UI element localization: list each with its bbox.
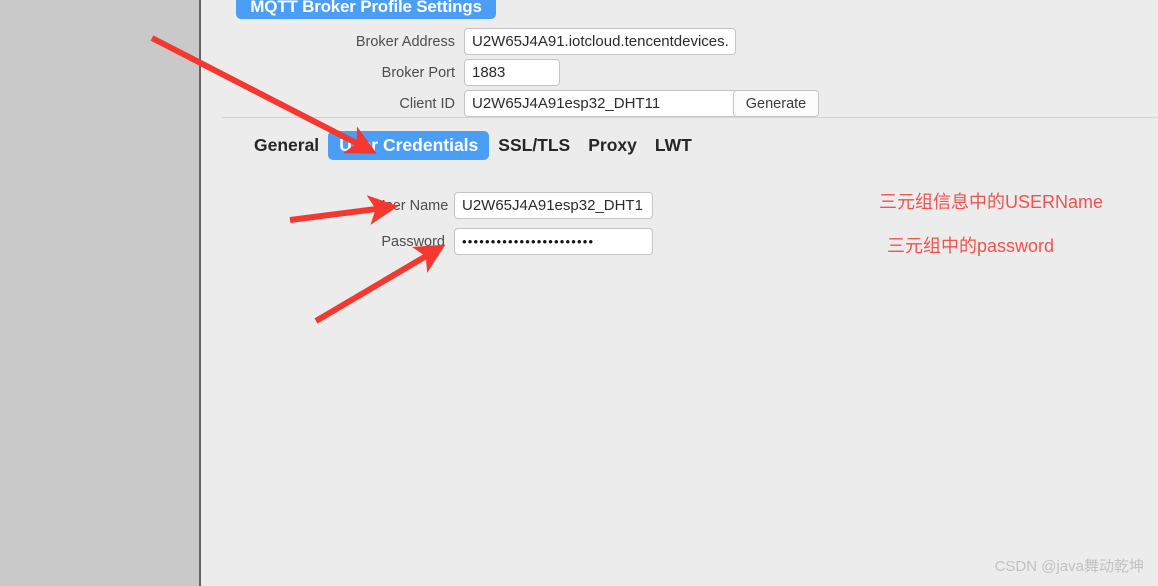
- user-name-label: User Name: [375, 197, 449, 214]
- client-id-input[interactable]: U2W65J4A91esp32_DHT11: [464, 90, 738, 117]
- form-separator: [222, 117, 1158, 118]
- tab-user-credentials[interactable]: User Credentials: [328, 131, 490, 160]
- user-name-field[interactable]: U2W65J4A91esp32_DHT1: [454, 192, 653, 219]
- mqtt-settings-content: MQTT Broker Profile Settings Broker Addr…: [203, 0, 1158, 586]
- broker-port-row: Broker Port 1883: [345, 59, 560, 86]
- annotation-username-note: 三元组信息中的USERName: [879, 192, 1104, 212]
- settings-tab-strip: General User Credentials SSL/TLS Proxy L…: [245, 131, 701, 160]
- client-id-label: Client ID: [399, 95, 455, 112]
- user-name-row: User Name U2W65J4A91esp32_DHT1: [375, 192, 653, 219]
- generate-button[interactable]: Generate: [733, 90, 819, 117]
- csdn-watermark: CSDN @java舞动乾坤: [994, 558, 1144, 575]
- broker-address-label: Broker Address: [355, 33, 455, 50]
- annotation-password-note: 三元组中的password: [887, 236, 1055, 256]
- profile-settings-header: MQTT Broker Profile Settings: [236, 0, 496, 19]
- broker-address-row: Broker Address U2W65J4A91.iotcloud.tence…: [345, 28, 736, 55]
- left-side-panel: [0, 0, 201, 586]
- tab-ssl-tls[interactable]: SSL/TLS: [489, 131, 579, 160]
- broker-port-input[interactable]: 1883: [464, 59, 560, 86]
- broker-address-input[interactable]: U2W65J4A91.iotcloud.tencentdevices.: [464, 28, 736, 55]
- client-id-row: Client ID U2W65J4A91esp32_DHT11: [345, 90, 738, 117]
- broker-port-label: Broker Port: [381, 64, 455, 81]
- tab-lwt[interactable]: LWT: [646, 131, 701, 160]
- password-field[interactable]: •••••••••••••••••••••••: [454, 228, 653, 255]
- tab-proxy[interactable]: Proxy: [579, 131, 646, 160]
- password-label: Password: [381, 233, 445, 250]
- tab-general[interactable]: General: [245, 131, 328, 160]
- password-row: Password •••••••••••••••••••••••: [375, 228, 653, 255]
- password-masked-value: •••••••••••••••••••••••: [462, 234, 595, 249]
